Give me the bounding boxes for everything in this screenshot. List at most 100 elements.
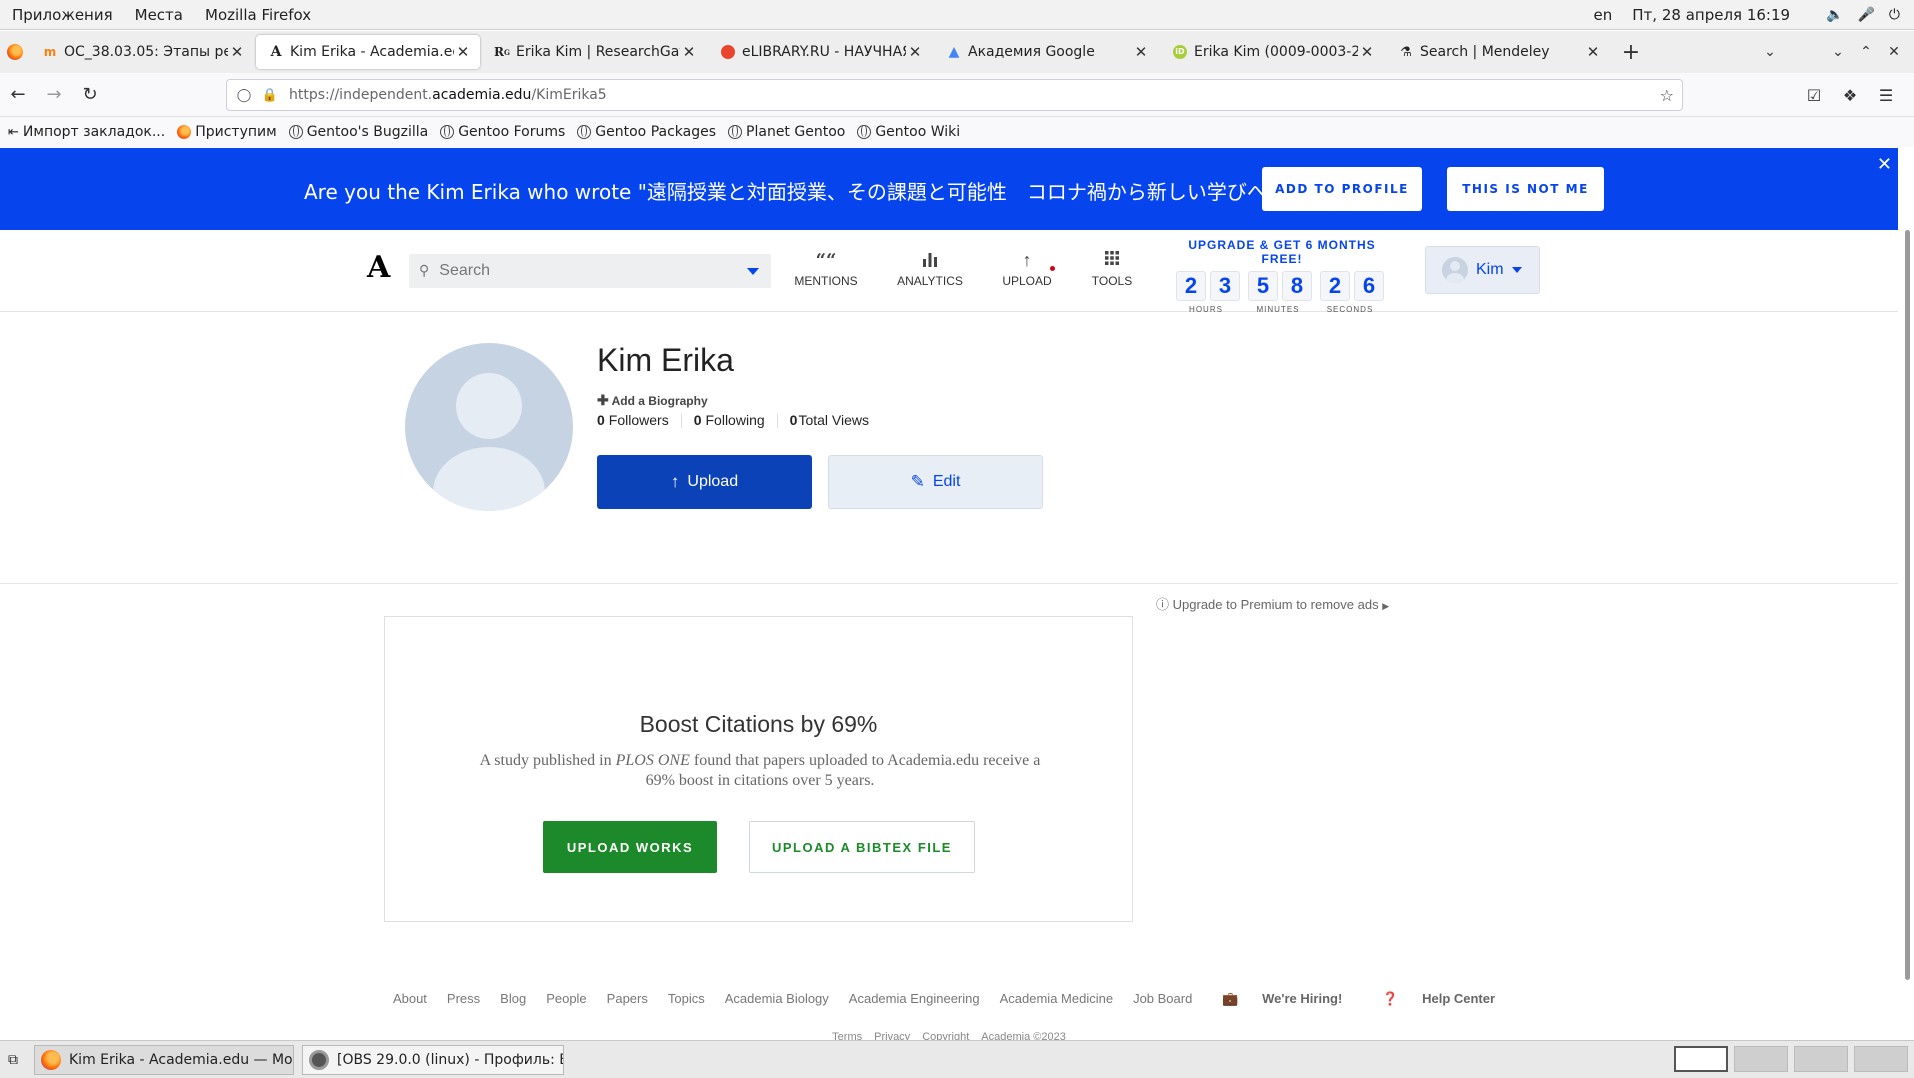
clock[interactable]: Пт, 28 апреля 16:19	[1632, 6, 1790, 24]
close-tab-icon[interactable]: ✕	[1358, 43, 1376, 61]
footer-link-job-board[interactable]: Job Board	[1133, 991, 1192, 1007]
places-menu[interactable]: Места	[123, 6, 193, 24]
footer-link-press[interactable]: Press	[447, 991, 480, 1007]
add-to-profile-button[interactable]: ADD TO PROFILE	[1262, 167, 1422, 211]
vertical-scrollbar[interactable]	[1905, 230, 1910, 980]
bookmark-import[interactable]: ⇤ Импорт закладок...	[8, 124, 165, 140]
avatar-body-shape	[433, 447, 545, 511]
show-desktop-icon[interactable]: ⧉	[0, 1052, 26, 1068]
footer-link-blog[interactable]: Blog	[500, 991, 526, 1007]
footer-link-privacy[interactable]: Privacy	[874, 1031, 910, 1040]
tracking-protection-icon[interactable]: ◯	[231, 88, 257, 103]
tab-elibrary[interactable]: eLIBRARY.RU - НАУЧНАЯ Э ✕	[708, 35, 932, 69]
pocket-icon[interactable]: ☑	[1796, 86, 1832, 105]
lock-icon[interactable]: 🔒	[257, 88, 283, 103]
bookmark-gentoo-bugzilla[interactable]: Gentoo's Bugzilla	[288, 124, 428, 140]
url-text[interactable]: https://independent.academia.edu/KimErik…	[289, 87, 607, 103]
forward-icon[interactable]: →	[36, 84, 72, 105]
workspace-1[interactable]	[1674, 1046, 1728, 1072]
footer-link-help-center[interactable]: ❓ Help Center	[1372, 991, 1505, 1007]
footer-link-hiring[interactable]: 💼 We're Hiring!	[1212, 991, 1352, 1007]
following-stat[interactable]: 0 Following	[694, 412, 765, 428]
remove-ads-link[interactable]: ⓘ Upgrade to Premium to remove ads ▶	[1156, 594, 1389, 613]
nav-label: UPLOAD	[1002, 274, 1052, 288]
this-is-not-me-button[interactable]: THIS IS NOT ME	[1447, 167, 1604, 211]
footer-link-papers[interactable]: Papers	[607, 991, 648, 1007]
close-tab-icon[interactable]: ✕	[454, 43, 472, 61]
remove-ads-label: Upgrade to Premium to remove ads	[1172, 597, 1379, 612]
taskbar-item-firefox[interactable]: Kim Erika - Academia.edu — Mozill...	[34, 1044, 294, 1075]
footer-link-biology[interactable]: Academia Biology	[725, 991, 829, 1007]
footer-link-terms[interactable]: Terms	[832, 1031, 862, 1040]
workspace-4[interactable]	[1854, 1046, 1908, 1072]
bookmark-getting-started[interactable]: Приступим	[177, 124, 277, 140]
search-input[interactable]	[439, 262, 730, 280]
hours-digit: 3	[1210, 271, 1240, 301]
footer-link-topics[interactable]: Topics	[668, 991, 705, 1007]
close-tab-icon[interactable]: ✕	[1132, 43, 1150, 61]
nav-mentions[interactable]: ““ MENTIONS	[786, 250, 866, 288]
bookmark-star-icon[interactable]: ☆	[1660, 86, 1674, 105]
close-tab-icon[interactable]: ✕	[228, 43, 246, 61]
nav-label: TOOLS	[1091, 274, 1133, 288]
extensions-icon[interactable]: ❖	[1832, 86, 1868, 105]
footer-link-people[interactable]: People	[546, 991, 586, 1007]
close-banner-icon[interactable]: ✕	[1877, 154, 1892, 175]
nav-tools[interactable]: TOOLS	[1072, 250, 1152, 288]
tab-orcid[interactable]: iD Erika Kim (0009-0003-2593 ✕	[1160, 35, 1384, 69]
upload-button[interactable]: ↑ Upload	[597, 455, 812, 509]
profile-avatar[interactable]	[405, 343, 573, 511]
url-bar[interactable]: ◯ 🔒 https://independent.academia.edu/Kim…	[226, 79, 1683, 111]
academia-logo[interactable]: A	[367, 250, 390, 285]
views-stat[interactable]: 0 Total Views	[790, 412, 869, 428]
user-menu-button[interactable]: Kim	[1425, 246, 1540, 294]
nav-upload[interactable]: ↑ UPLOAD	[987, 250, 1067, 288]
speaker-icon[interactable]: 🔈	[1826, 7, 1843, 23]
new-tab-button[interactable]: +	[1612, 40, 1650, 65]
applications-menu[interactable]: Приложения	[0, 6, 123, 24]
close-tab-icon[interactable]: ✕	[1584, 43, 1602, 61]
footer-link-engineering[interactable]: Academia Engineering	[849, 991, 980, 1007]
list-all-tabs-icon[interactable]: ⌄	[1756, 44, 1784, 60]
add-biography-link[interactable]: ✚ Add a Biography	[597, 392, 708, 409]
hamburger-menu-icon[interactable]: ☰	[1868, 86, 1904, 105]
tab-academia[interactable]: A Kim Erika - Academia.edu ✕	[256, 35, 480, 69]
power-icon[interactable]: ⏻	[1889, 7, 1900, 23]
footer-link-about[interactable]: About	[393, 991, 427, 1007]
bookmark-gentoo-wiki[interactable]: Gentoo Wiki	[857, 124, 960, 140]
nav-analytics[interactable]: ANALYTICS	[890, 250, 970, 288]
search-dropdown-icon[interactable]	[747, 268, 759, 275]
reload-icon[interactable]: ↻	[72, 84, 108, 105]
workspace-3[interactable]	[1794, 1046, 1848, 1072]
footer-link-medicine[interactable]: Academia Medicine	[1000, 991, 1113, 1007]
search-box[interactable]: ⚲	[409, 254, 771, 288]
active-app-name[interactable]: Mozilla Firefox	[193, 6, 321, 24]
keyboard-layout[interactable]: en	[1594, 6, 1613, 24]
tab-mendeley[interactable]: ⚗ Search | Mendeley ✕	[1386, 35, 1610, 69]
close-tab-icon[interactable]: ✕	[906, 43, 924, 61]
taskbar-item-obs[interactable]: [OBS 29.0.0 (linux) - Профиль: Бе...	[302, 1044, 564, 1075]
microphone-icon[interactable]: 🎤	[1857, 7, 1874, 23]
bookmark-planet-gentoo[interactable]: Planet Gentoo	[728, 124, 845, 140]
bookmark-gentoo-packages[interactable]: Gentoo Packages	[577, 124, 716, 140]
tab-title: Академия Google	[968, 44, 1095, 60]
tab-researchgate[interactable]: RG Erika Kim | ResearchGate ✕	[482, 35, 706, 69]
firefox-view-icon[interactable]	[0, 31, 30, 73]
upload-works-button[interactable]: UPLOAD WORKS	[543, 821, 717, 873]
workspace-2[interactable]	[1734, 1046, 1788, 1072]
footer-link-copyright[interactable]: Copyright	[922, 1031, 969, 1040]
maximize-icon[interactable]: ⌃	[1852, 44, 1880, 60]
close-window-icon[interactable]: ✕	[1880, 44, 1908, 60]
upgrade-promo[interactable]: UPGRADE & GET 6 MONTHS FREE! 2 3 5 8 2 6…	[1170, 238, 1394, 314]
tab-title: eLIBRARY.RU - НАУЧНАЯ Э	[742, 44, 906, 60]
back-icon[interactable]: ←	[0, 84, 36, 105]
followers-stat[interactable]: 0 Followers	[597, 412, 669, 428]
close-tab-icon[interactable]: ✕	[680, 43, 698, 61]
upload-bibtex-button[interactable]: UPLOAD A BIBTEX FILE	[749, 821, 975, 873]
bookmark-gentoo-forums[interactable]: Gentoo Forums	[440, 124, 565, 140]
tab-google-scholar[interactable]: ▲ Академия Google ✕	[934, 35, 1158, 69]
minimize-icon[interactable]: ⌄	[1824, 44, 1852, 60]
journal-name: PLOS ONE	[615, 752, 690, 769]
tab-moodle[interactable]: m ОС_38.03.05: Этапы реали ✕	[30, 35, 254, 69]
edit-button[interactable]: ✎ Edit	[828, 455, 1043, 509]
